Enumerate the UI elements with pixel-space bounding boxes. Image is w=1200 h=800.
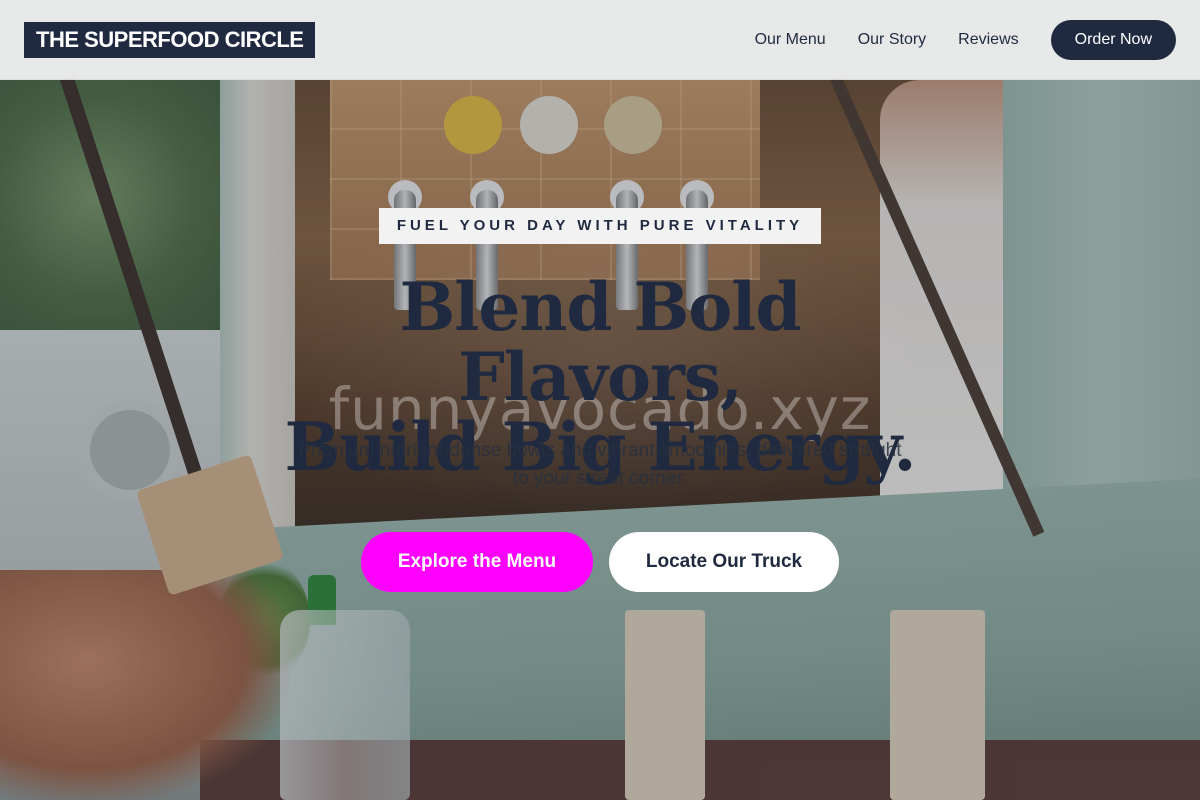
nav-link-reviews[interactable]: Reviews bbox=[958, 31, 1018, 49]
explore-menu-button[interactable]: Explore the Menu bbox=[361, 532, 593, 592]
hero-eyebrow: FUEL YOUR DAY WITH PURE VITALITY bbox=[379, 208, 821, 244]
main-nav: Our Menu Our Story Reviews Order Now bbox=[723, 19, 1176, 60]
hero-headline-line1: Blend Bold Flavors, bbox=[399, 268, 802, 416]
nav-link-our-menu[interactable]: Our Menu bbox=[755, 31, 826, 49]
order-now-button[interactable]: Order Now bbox=[1050, 19, 1176, 60]
locate-truck-button[interactable]: Locate Our Truck bbox=[609, 532, 839, 592]
site-logo[interactable]: THE SUPERFOOD CIRCLE bbox=[24, 21, 316, 58]
nav-link-our-story[interactable]: Our Story bbox=[858, 31, 926, 49]
site-header: THE SUPERFOOD CIRCLE Our Menu Our Story … bbox=[0, 0, 1200, 80]
hero-subtext: Premium nutrient-dense bowls and vibrant… bbox=[298, 440, 902, 489]
